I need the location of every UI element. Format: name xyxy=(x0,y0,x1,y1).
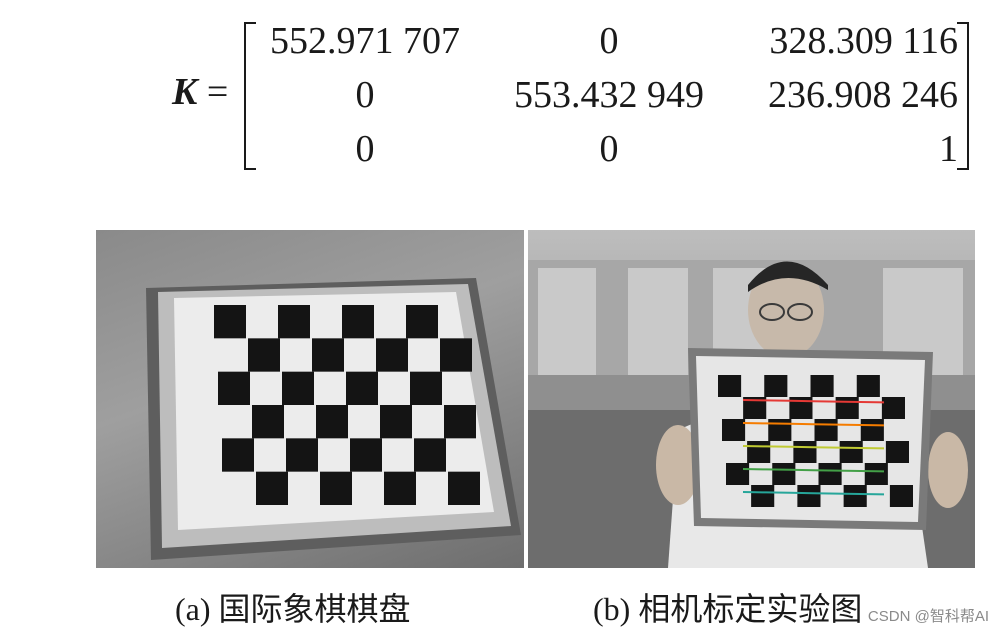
board-square xyxy=(864,463,888,485)
board-square xyxy=(380,405,412,439)
board-square xyxy=(722,419,746,441)
board-square xyxy=(814,419,838,441)
matrix-cell: 328.309 116 xyxy=(769,20,958,62)
board-square xyxy=(718,375,742,397)
board-square xyxy=(843,485,867,507)
board-square xyxy=(726,463,750,485)
right-bracket xyxy=(957,22,969,170)
board-square xyxy=(797,485,821,507)
matrix-cell: 0 xyxy=(599,128,619,170)
matrix-cell: 0 xyxy=(355,74,375,116)
board-square xyxy=(839,441,863,463)
board-square xyxy=(222,438,254,472)
board-square xyxy=(860,419,884,441)
board-square xyxy=(448,471,480,505)
matrix-cell: 0 xyxy=(599,20,619,62)
board-square xyxy=(214,305,246,339)
figure-caption-a: (a) 国际象棋棋盘 xyxy=(175,591,411,627)
board-square xyxy=(342,305,374,339)
board-square xyxy=(350,438,382,472)
matrix-cell: 553.432 949 xyxy=(514,74,704,116)
matrix-symbol: K xyxy=(172,71,198,113)
board-square xyxy=(444,405,476,439)
board-square xyxy=(410,371,442,405)
watermark: CSDN @智科帮AI xyxy=(867,608,989,625)
chessboard-photo xyxy=(96,230,524,568)
board-square xyxy=(218,371,250,405)
equation-lhs: K = xyxy=(172,70,228,114)
matrix-cell: 1 xyxy=(939,128,958,170)
board-square xyxy=(793,441,817,463)
board-square xyxy=(278,305,310,339)
calibration-photo xyxy=(528,230,975,568)
board-square xyxy=(889,485,913,507)
matrix-cell: 552.971 707 xyxy=(270,20,460,62)
board-square xyxy=(384,471,416,505)
board-square xyxy=(282,371,314,405)
matrix-cell: 0 xyxy=(355,128,375,170)
board-square xyxy=(835,397,859,419)
board-square xyxy=(346,371,378,405)
board-square xyxy=(810,375,834,397)
board-square xyxy=(320,471,352,505)
board-square xyxy=(440,338,472,372)
board-square xyxy=(764,375,788,397)
board-square xyxy=(768,419,792,441)
board-square xyxy=(772,463,796,485)
board-square xyxy=(256,471,288,505)
matrix-cell: 236.908 246 xyxy=(768,74,958,116)
board-square xyxy=(248,338,280,372)
left-bracket xyxy=(244,22,256,170)
board-square xyxy=(747,441,771,463)
board-square xyxy=(406,305,438,339)
board-square xyxy=(286,438,318,472)
board-square xyxy=(252,405,284,439)
camera-intrinsic-matrix-equation: K = 552.971 707 0 328.309 116 0 553.432 … xyxy=(0,0,1003,185)
board-square xyxy=(414,438,446,472)
board-square xyxy=(885,441,909,463)
board-square xyxy=(312,338,344,372)
equals-sign: = xyxy=(206,71,229,113)
board-square xyxy=(751,485,775,507)
board-square xyxy=(818,463,842,485)
board-square xyxy=(316,405,348,439)
board-square xyxy=(856,375,880,397)
board-square xyxy=(881,397,905,419)
board-square xyxy=(376,338,408,372)
figure-caption-b: (b) 相机标定实验图 xyxy=(593,591,863,627)
